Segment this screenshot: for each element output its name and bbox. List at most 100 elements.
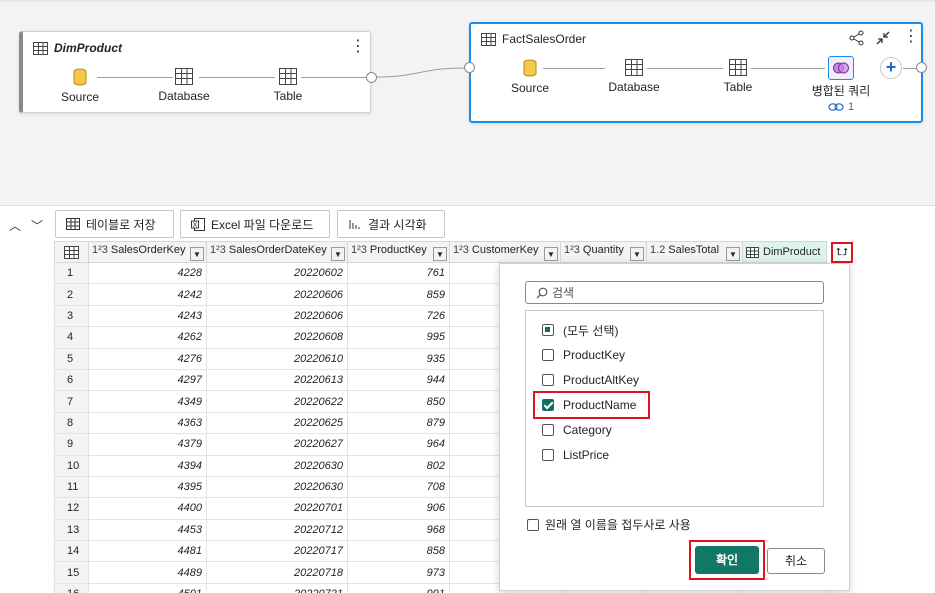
step-merged-queries[interactable]: 병합된 쿼리 1 (801, 56, 881, 113)
excel-download-button[interactable]: X Excel 파일 다운로드 (180, 210, 330, 238)
checkbox-select-all[interactable]: (모두 선택) (542, 321, 619, 339)
step-database[interactable]: Database (144, 68, 224, 103)
table-cell[interactable]: 4453 (88, 518, 207, 542)
share-icon[interactable] (849, 30, 865, 46)
save-as-table-button[interactable]: 테이블로 저장 (55, 210, 174, 238)
checkbox-listprice[interactable]: ListPrice (542, 446, 609, 464)
table-cell[interactable]: 4400 (88, 497, 207, 520)
table-cell[interactable]: 802 (347, 454, 450, 477)
column-filter-dropdown[interactable]: ▼ (433, 246, 447, 261)
table-cell[interactable]: 4489 (88, 561, 207, 584)
column-filter-dropdown[interactable]: ▼ (544, 246, 558, 261)
table-cell[interactable]: 995 (347, 326, 450, 349)
row-number-header[interactable] (54, 241, 89, 263)
table-cell[interactable]: 879 (347, 411, 450, 435)
checkbox-category[interactable]: Category (542, 421, 612, 439)
table-cell[interactable]: 4262 (88, 326, 207, 349)
table-cell[interactable]: 20220625 (206, 411, 348, 435)
table-cell[interactable]: 20220718 (206, 561, 348, 584)
ok-button[interactable]: 확인 (695, 546, 759, 574)
step-table[interactable]: Table (248, 68, 328, 103)
column-filter-dropdown[interactable]: ▼ (726, 246, 740, 261)
add-step-button[interactable]: + (880, 57, 902, 79)
table-cell[interactable]: 964 (347, 433, 450, 456)
chevron-down-icon[interactable]: ﹀ (31, 217, 43, 234)
table-cell[interactable]: 944 (347, 368, 450, 392)
table-cell[interactable]: 859 (347, 283, 450, 306)
chevron-up-icon[interactable]: ︿ (9, 217, 21, 234)
more-options-icon[interactable]: ⋮ (350, 39, 366, 55)
checkbox[interactable] (527, 518, 539, 531)
table-cell[interactable]: 20220717 (206, 540, 348, 563)
output-port[interactable] (916, 62, 927, 73)
column-filter-dropdown[interactable]: ▼ (630, 246, 644, 261)
column-filter-dropdown[interactable]: ▼ (331, 246, 345, 261)
table-cell[interactable]: 4297 (88, 368, 207, 392)
table-cell[interactable]: 4395 (88, 475, 207, 499)
table-cell[interactable]: 20220610 (206, 347, 348, 370)
checkbox-productkey[interactable]: ProductKey (542, 346, 625, 364)
column-header-productkey[interactable]: 1²3 ProductKey ▼ (347, 241, 450, 263)
linked-query-badge[interactable]: 1 (828, 101, 854, 113)
table-cell[interactable]: 726 (347, 304, 450, 328)
table-cell[interactable]: 20220606 (206, 283, 348, 306)
output-port[interactable] (366, 72, 377, 83)
checkbox[interactable] (542, 324, 554, 336)
column-header-salesorderkey[interactable]: 1²3 SalesOrderKey ▼ (88, 241, 207, 263)
column-header-quantity[interactable]: 1²3 Quantity ▼ (560, 241, 647, 263)
table-cell[interactable]: 20220627 (206, 433, 348, 456)
checkbox[interactable] (542, 374, 554, 386)
table-cell[interactable]: 4243 (88, 304, 207, 328)
expand-column-button[interactable]: ⮤⮥ (831, 242, 853, 263)
table-cell[interactable]: 20220721 (206, 582, 348, 593)
table-cell[interactable]: 4363 (88, 411, 207, 435)
search-input[interactable]: 검색 (525, 281, 824, 304)
step-database[interactable]: Database (594, 59, 674, 94)
table-cell[interactable]: 708 (347, 475, 450, 499)
checkbox-productaltkey[interactable]: ProductAltKey (542, 371, 639, 389)
table-cell[interactable]: 20220630 (206, 454, 348, 477)
table-cell[interactable]: 4242 (88, 283, 207, 306)
input-port[interactable] (464, 62, 475, 73)
table-cell[interactable]: 4379 (88, 433, 207, 456)
table-cell[interactable]: 968 (347, 518, 450, 542)
table-cell[interactable]: 858 (347, 540, 450, 563)
query-card-factsalesorder[interactable]: FactSalesOrder ⋮ Source Database Table 병… (464, 22, 927, 123)
table-cell[interactable]: 973 (347, 561, 450, 584)
column-header-salesorderdatekey[interactable]: 1²3 SalesOrderDateKey ▼ (206, 241, 348, 263)
table-cell[interactable]: 20220701 (206, 497, 348, 520)
column-header-customerkey[interactable]: 1²3 CustomerKey ▼ (449, 241, 561, 263)
table-cell[interactable]: 20220613 (206, 368, 348, 392)
table-cell[interactable]: 4276 (88, 347, 207, 370)
table-cell[interactable]: 4481 (88, 540, 207, 563)
table-cell[interactable]: 20220630 (206, 475, 348, 499)
table-cell[interactable]: 20220712 (206, 518, 348, 542)
table-cell[interactable]: 20220602 (206, 261, 348, 285)
table-cell[interactable]: 761 (347, 261, 450, 285)
column-filter-dropdown[interactable]: ▼ (190, 246, 204, 261)
table-cell[interactable]: 850 (347, 390, 450, 413)
table-cell[interactable]: 4228 (88, 261, 207, 285)
table-cell[interactable]: 991 (347, 582, 450, 593)
step-source[interactable]: Source (40, 68, 120, 104)
table-cell[interactable]: 4349 (88, 390, 207, 413)
column-header-salestotal[interactable]: 1.2 SalesTotal ▼ (646, 241, 743, 263)
more-options-icon[interactable]: ⋮ (903, 29, 919, 45)
table-cell[interactable]: 935 (347, 347, 450, 370)
checkbox[interactable] (542, 349, 554, 361)
checkbox[interactable] (542, 424, 554, 436)
step-source[interactable]: Source (490, 59, 570, 95)
cancel-button[interactable]: 취소 (767, 548, 825, 574)
use-prefix-option[interactable]: 원래 열 이름을 접두사로 사용 (527, 516, 691, 533)
column-header-dimproduct[interactable]: DimProduct (742, 241, 827, 263)
diagram-canvas[interactable]: DimProduct ⋮ Source Database Table FactS… (0, 0, 935, 206)
table-cell[interactable]: 20220622 (206, 390, 348, 413)
table-cell[interactable]: 4394 (88, 454, 207, 477)
collapse-icon[interactable] (875, 30, 891, 46)
step-table[interactable]: Table (698, 59, 778, 94)
checkbox[interactable] (542, 449, 554, 461)
table-cell[interactable]: 20220608 (206, 326, 348, 349)
table-cell[interactable]: 20220606 (206, 304, 348, 328)
visualize-results-button[interactable]: 결과 시각화 (337, 210, 445, 238)
table-cell[interactable]: 906 (347, 497, 450, 520)
